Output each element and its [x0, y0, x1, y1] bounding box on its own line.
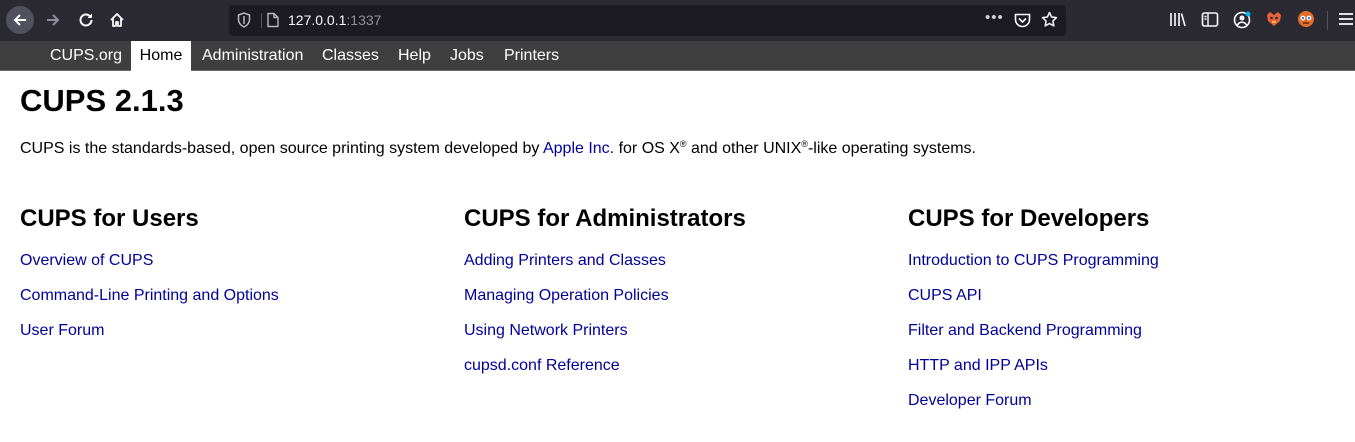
- back-arrow-icon: [13, 14, 26, 26]
- back-button[interactable]: [6, 6, 34, 34]
- link-http-ipp-apis[interactable]: HTTP and IPP APIs: [908, 357, 1048, 374]
- link-developer-forum[interactable]: Developer Forum: [908, 392, 1032, 409]
- nav-home[interactable]: Home: [131, 41, 191, 72]
- intro-after: -like operating systems.: [807, 140, 976, 157]
- section-administrators: CUPS for Administrators Adding Printers …: [464, 205, 746, 392]
- link-cupsd-conf-reference[interactable]: cupsd.conf Reference: [464, 357, 620, 374]
- intro-text: CUPS is the standards-based, open source…: [20, 135, 976, 158]
- reload-icon: [79, 13, 93, 27]
- intro-mid: for OS X: [614, 140, 680, 157]
- page-icon[interactable]: [266, 12, 280, 33]
- forward-arrow-icon: [47, 14, 60, 26]
- link-user-forum[interactable]: User Forum: [20, 322, 104, 339]
- intro-before: CUPS is the standards-based, open source…: [20, 140, 543, 157]
- section-developers: CUPS for Developers Introduction to CUPS…: [908, 205, 1159, 427]
- nav-classes[interactable]: Classes: [322, 41, 379, 70]
- link-cups-api[interactable]: CUPS API: [908, 287, 982, 304]
- bookmark-star-icon[interactable]: [1041, 11, 1058, 33]
- intro-mid2: and other UNIX: [686, 140, 802, 157]
- nav-jobs[interactable]: Jobs: [450, 41, 484, 70]
- home-icon: [110, 13, 124, 27]
- page-title: CUPS 2.1.3: [20, 83, 184, 118]
- registered-mark: ®: [801, 139, 808, 149]
- url-text[interactable]: 127.0.0.1:1337: [288, 12, 381, 29]
- forward-button[interactable]: [39, 6, 67, 34]
- toolbar-divider: [1327, 11, 1328, 30]
- account-icon[interactable]: [1233, 11, 1251, 34]
- link-filter-backend-programming[interactable]: Filter and Backend Programming: [908, 322, 1142, 339]
- registered-mark: ®: [679, 139, 687, 149]
- link-intro-cups-programming[interactable]: Introduction to CUPS Programming: [908, 252, 1159, 269]
- hamburger-menu-icon[interactable]: [1338, 11, 1354, 32]
- tracking-shield-icon[interactable]: [237, 12, 251, 33]
- nav-printers[interactable]: Printers: [504, 41, 559, 70]
- link-network-printers[interactable]: Using Network Printers: [464, 322, 628, 339]
- library-icon[interactable]: [1169, 11, 1187, 33]
- reload-button[interactable]: [72, 6, 100, 34]
- section-users: CUPS for Users Overview of CUPS Command-…: [20, 205, 279, 357]
- extension-icon[interactable]: [1265, 10, 1283, 33]
- extension-icon[interactable]: [1297, 10, 1315, 33]
- nav-cups-org[interactable]: CUPS.org: [50, 41, 122, 70]
- link-overview-of-cups[interactable]: Overview of CUPS: [20, 252, 153, 269]
- link-operation-policies[interactable]: Managing Operation Policies: [464, 287, 669, 304]
- pocket-icon[interactable]: [1014, 12, 1031, 33]
- cups-nav-bar: CUPS.org Home Administration Classes Hel…: [0, 41, 1355, 72]
- home-button[interactable]: [103, 6, 131, 34]
- section-title: CUPS for Developers: [908, 205, 1150, 232]
- url-host: 127.0.0.1: [288, 12, 347, 28]
- address-bar[interactable]: 127.0.0.1:1337 •••: [229, 5, 1066, 36]
- url-separator: [261, 13, 262, 28]
- link-command-line-printing[interactable]: Command-Line Printing and Options: [20, 287, 279, 304]
- section-title: CUPS for Administrators: [464, 205, 746, 232]
- sidebar-icon[interactable]: [1201, 11, 1219, 33]
- apple-inc-link[interactable]: Apple Inc.: [543, 140, 614, 157]
- link-adding-printers[interactable]: Adding Printers and Classes: [464, 252, 666, 269]
- section-title: CUPS for Users: [20, 205, 199, 232]
- nav-administration[interactable]: Administration: [202, 41, 303, 70]
- browser-toolbar: 127.0.0.1:1337 •••: [0, 0, 1355, 41]
- more-dots-icon[interactable]: •••: [985, 9, 1004, 26]
- nav-help[interactable]: Help: [398, 41, 431, 70]
- url-port: :1337: [346, 12, 382, 28]
